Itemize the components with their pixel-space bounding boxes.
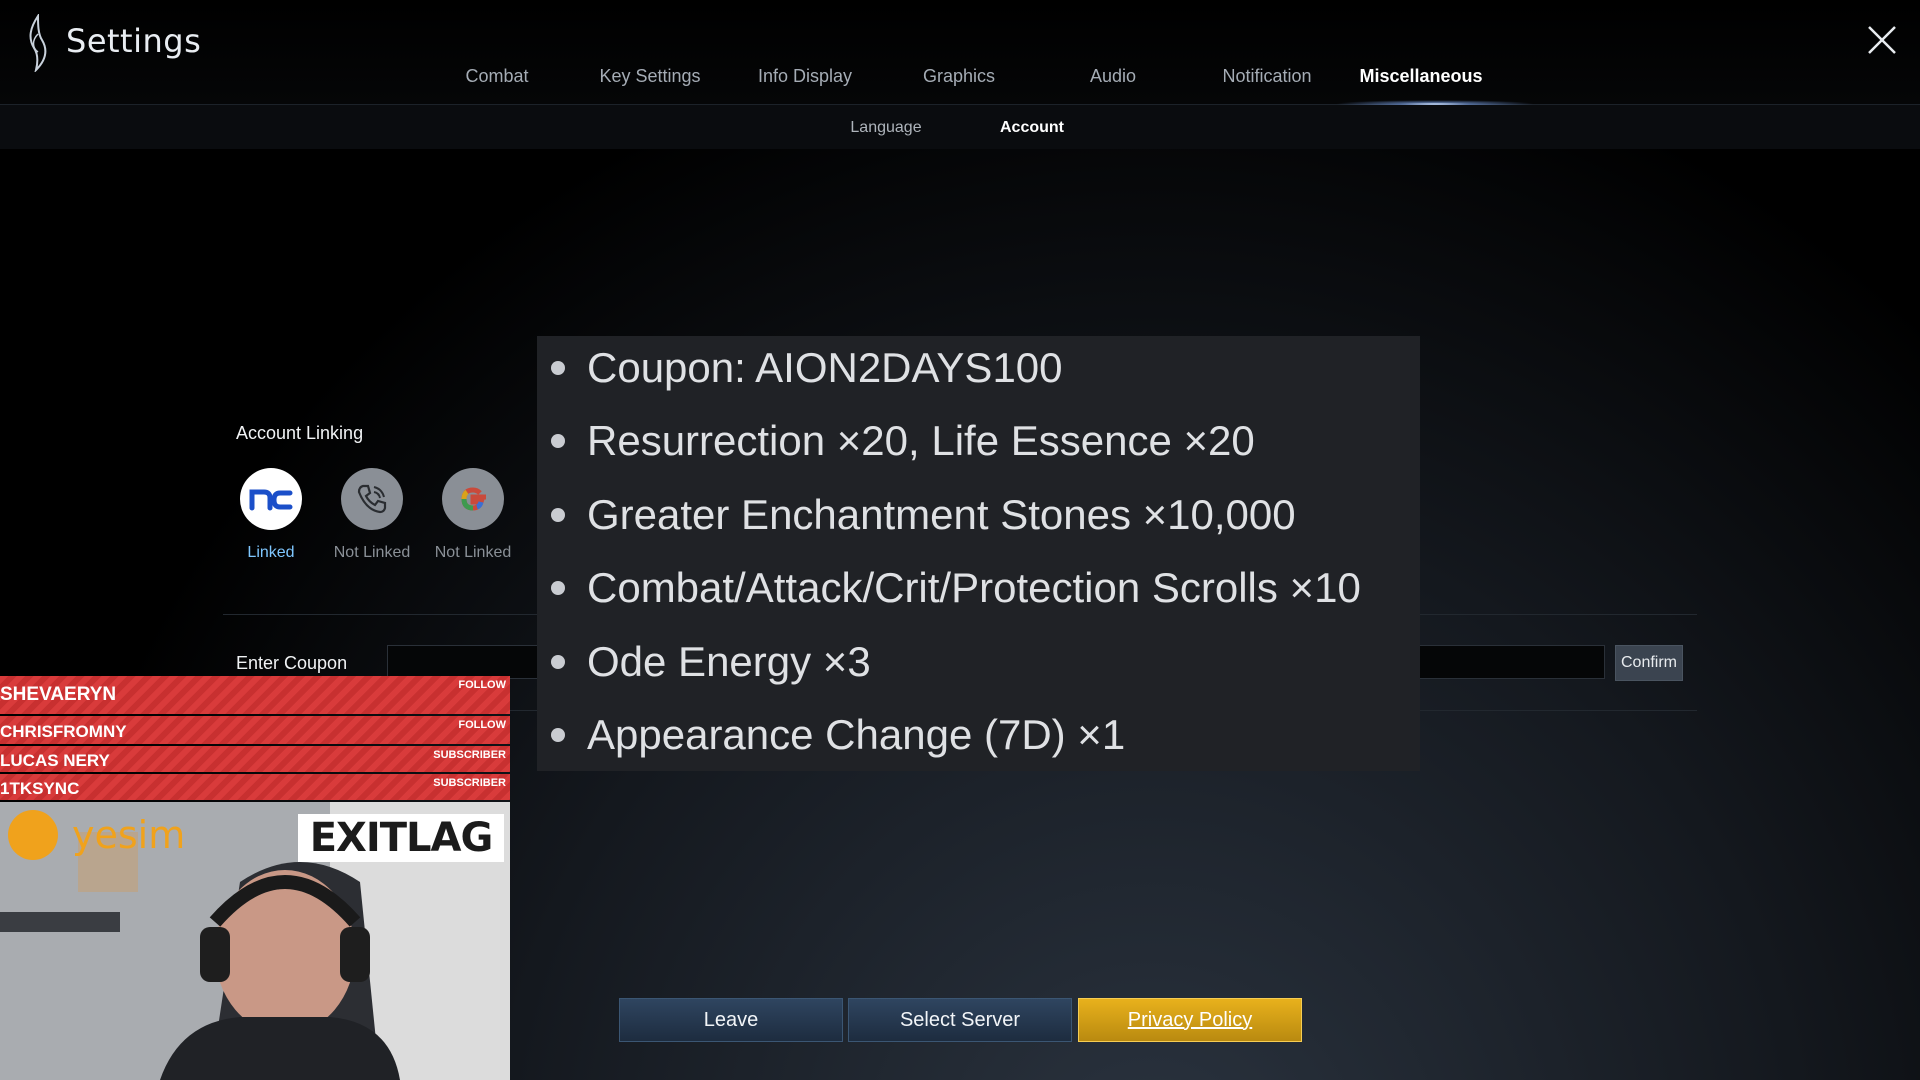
bullet-icon	[551, 508, 565, 522]
alert-row: 1TKSYNC SUBSCRIBER	[0, 774, 510, 800]
phone-icon	[341, 468, 403, 530]
top-bar: Settings Combat Key Settings Info Displa…	[0, 0, 1920, 108]
tab-graphics[interactable]: Graphics	[923, 66, 995, 87]
yesim-sponsor-logo: yesim	[8, 810, 185, 860]
subtab-account[interactable]: Account	[1000, 119, 1064, 137]
tab-audio[interactable]: Audio	[1090, 66, 1136, 87]
link-nc-account[interactable]: Linked	[221, 468, 321, 562]
tab-miscellaneous[interactable]: Miscellaneous	[1359, 66, 1482, 87]
confirm-button[interactable]: Confirm	[1615, 645, 1683, 681]
link-status-label: Not Linked	[333, 544, 411, 561]
bullet-icon	[551, 728, 565, 742]
select-server-button[interactable]: Select Server	[848, 998, 1072, 1042]
bullet-icon	[551, 655, 565, 669]
link-status-label: Not Linked	[434, 544, 512, 561]
leave-button[interactable]: Leave	[619, 998, 843, 1042]
stream-overlay: SHEVAERYN FOLLOW CHRISFROMNY FOLLOW LUCA…	[0, 676, 510, 1080]
settings-tabs: Combat Key Settings Info Display Graphic…	[0, 66, 1920, 90]
link-status-label: Linked	[247, 544, 295, 561]
sub-tab-bar: Language Account	[0, 105, 1920, 149]
tab-notification[interactable]: Notification	[1222, 66, 1311, 87]
google-icon	[442, 468, 504, 530]
game-logo-icon	[29, 14, 47, 72]
link-phone-account[interactable]: Not Linked	[322, 468, 422, 562]
tab-key-settings[interactable]: Key Settings	[599, 66, 700, 87]
account-linking-label: Account Linking	[236, 423, 364, 443]
page-title: Settings	[66, 22, 202, 60]
reward-list-overlay: Coupon: AION2DAYS100 Resurrection ×20, L…	[537, 336, 1420, 771]
close-icon[interactable]	[1864, 22, 1900, 58]
nc-logo-icon	[240, 468, 302, 530]
bullet-icon	[551, 361, 565, 375]
exitlag-sponsor-logo: EXITLAG	[298, 814, 504, 862]
enter-coupon-label: Enter Coupon	[236, 653, 348, 673]
bullet-icon	[551, 581, 565, 595]
bullet-icon	[551, 434, 565, 448]
alert-row: CHRISFROMNY FOLLOW	[0, 716, 510, 744]
link-google-account[interactable]: Not Linked	[423, 468, 523, 562]
privacy-policy-button[interactable]: Privacy Policy	[1078, 998, 1302, 1042]
signal-icon	[8, 810, 58, 860]
subtab-language[interactable]: Language	[850, 119, 921, 137]
alert-row: SHEVAERYN FOLLOW	[0, 676, 510, 714]
tab-info-display[interactable]: Info Display	[758, 66, 852, 87]
alert-row: LUCAS NERY SUBSCRIBER	[0, 746, 510, 772]
tab-combat[interactable]: Combat	[465, 66, 528, 87]
